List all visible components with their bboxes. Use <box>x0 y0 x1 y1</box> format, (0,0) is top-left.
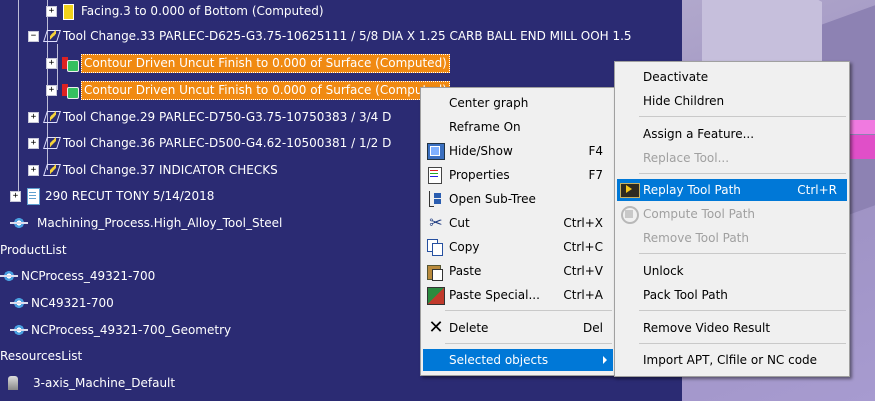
menu-separator <box>639 253 846 254</box>
menu-separator <box>639 310 846 311</box>
tree-item-label: Machining_Process.High_Alloy_Tool_Steel <box>37 216 283 230</box>
expand-icon[interactable]: + <box>46 84 57 96</box>
properties-icon <box>425 166 447 184</box>
menu-item-replay-tool-path[interactable]: Replay Tool Path Ctrl+R <box>617 179 847 201</box>
menu-item-paste-special[interactable]: Paste Special... Ctrl+A <box>423 284 613 306</box>
tree-item-label: NCProcess_49321-700_Geometry <box>31 323 232 337</box>
tree-item[interactable]: NC49321-700 <box>10 293 114 313</box>
menu-separator <box>639 343 846 344</box>
menu-item-properties[interactable]: Properties F7 <box>423 164 613 186</box>
menu-item-hide-show[interactable]: Hide/Show F4 <box>423 140 613 162</box>
tree-item-label: Tool Change.29 PARLEC-D750-G3.75-1075038… <box>63 110 392 124</box>
machining-process-icon <box>10 214 28 232</box>
tree-item-label-selected: Contour Driven Uncut Finish to 0.000 of … <box>81 53 450 73</box>
contour-operation-icon <box>60 54 79 72</box>
tree-item[interactable]: NCProcess_49321-700_Geometry <box>10 320 231 340</box>
compute-icon <box>619 205 641 224</box>
copy-icon <box>425 238 447 256</box>
expand-icon[interactable]: + <box>46 5 57 17</box>
menu-item-selected-objects[interactable]: Selected objects <box>423 349 613 371</box>
menu-item-deactivate[interactable]: Deactivate <box>617 66 847 88</box>
menu-item-reframe-on[interactable]: Reframe On <box>423 116 613 138</box>
nc-product-icon <box>10 294 28 312</box>
tree-item-label: 3-axis_Machine_Default <box>33 376 176 390</box>
menu-separator <box>445 343 612 344</box>
resources-list-header[interactable]: ResourcesList <box>0 346 82 366</box>
tree-item-label: 290 RECUT TONY 5/14/2018 <box>45 189 215 203</box>
scissors-icon: ✂ <box>429 213 443 232</box>
tool-change-icon <box>42 134 60 152</box>
tree-item[interactable]: + Tool Change.36 PARLEC-D500-G4.62-10500… <box>28 133 391 153</box>
tree-item[interactable]: + Tool Change.37 INDICATOR CHECKS <box>28 160 278 180</box>
menu-item-center-graph[interactable]: Center graph <box>423 92 613 114</box>
collapse-icon[interactable]: − <box>28 30 39 42</box>
delete-x-icon: ✕ <box>428 317 444 338</box>
menu-separator <box>445 310 612 311</box>
tree-item[interactable]: Machining_Process.High_Alloy_Tool_Steel <box>0 213 282 233</box>
nc-geometry-icon <box>10 321 28 339</box>
submenu-arrow-icon <box>603 356 607 364</box>
tree-item[interactable]: 3-axis_Machine_Default <box>4 373 175 393</box>
tool-change-icon <box>42 161 60 179</box>
tree-item-label: NC49321-700 <box>31 296 114 310</box>
tree-item[interactable]: + Contour Driven Uncut Finish to 0.000 o… <box>46 53 450 73</box>
tree-item[interactable]: + Facing.3 to 0.000 of Bottom (Computed) <box>46 1 324 21</box>
facing-operation-icon <box>60 2 78 20</box>
paste-special-icon <box>425 286 447 305</box>
tree-item-label-selected: Contour Driven Uncut Finish to 0.000 of … <box>81 80 450 100</box>
menu-item-paste[interactable]: Paste Ctrl+V <box>423 260 613 282</box>
tree-item-label: Tool Change.33 PARLEC-D625-G3.75-1062511… <box>63 29 632 43</box>
contour-operation-icon <box>60 81 79 99</box>
paste-icon <box>425 262 447 281</box>
nc-process-icon <box>0 267 18 285</box>
tree-item-label: Facing.3 to 0.000 of Bottom (Computed) <box>81 4 324 18</box>
expand-icon[interactable]: + <box>28 111 39 123</box>
tree-connector <box>18 0 19 196</box>
program-document-icon <box>24 187 42 205</box>
menu-item-copy[interactable]: Copy Ctrl+C <box>423 236 613 258</box>
menu-separator <box>639 173 846 174</box>
menu-item-replace-tool: Replace Tool... <box>643 151 730 165</box>
menu-item-assign-feature[interactable]: Assign a Feature... <box>617 123 847 145</box>
tree-item-label: Tool Change.37 INDICATOR CHECKS <box>63 163 278 177</box>
menu-item-remove-tool-path: Remove Tool Path <box>643 231 749 245</box>
menu-item-remove-video-result[interactable]: Remove Video Result <box>617 317 847 339</box>
selected-objects-submenu: Deactivate Hide Children Assign a Featur… <box>614 61 850 377</box>
menu-item-delete[interactable]: ✕ Delete Del <box>423 317 613 339</box>
sub-tree-icon <box>425 190 447 208</box>
expand-icon[interactable]: + <box>28 137 39 149</box>
menu-item-cut[interactable]: ✂ Cut Ctrl+X <box>423 212 613 234</box>
tree-item-label: Tool Change.36 PARLEC-D500-G4.62-1050038… <box>63 136 392 150</box>
tree-item[interactable]: NCProcess_49321-700 <box>0 266 155 286</box>
menu-item-unlock[interactable]: Unlock <box>617 260 847 282</box>
menu-separator <box>639 116 846 117</box>
menu-item-open-sub-tree[interactable]: Open Sub-Tree <box>423 188 613 210</box>
tree-item-label: NCProcess_49321-700 <box>21 269 156 283</box>
menu-item-hide-children[interactable]: Hide Children <box>617 90 847 112</box>
tree-item[interactable]: + 290 RECUT TONY 5/14/2018 <box>10 186 214 206</box>
context-menu: Center graph Reframe On Hide/Show F4 Pro… <box>420 87 616 376</box>
tree-item[interactable]: − Tool Change.33 PARLEC-D625-G3.75-10625… <box>28 26 632 46</box>
tool-change-icon <box>42 108 60 126</box>
menu-item-import-apt[interactable]: Import APT, Clfile or NC code <box>617 349 847 371</box>
expand-icon[interactable]: + <box>46 57 57 69</box>
replay-film-icon <box>619 181 641 199</box>
expand-icon[interactable]: + <box>28 164 39 176</box>
menu-item-compute-tool-path: Compute Tool Path <box>617 203 847 225</box>
tree-item[interactable]: + Contour Driven Uncut Finish to 0.000 o… <box>46 80 450 100</box>
tool-change-icon <box>42 27 60 45</box>
menu-item-pack-tool-path[interactable]: Pack Tool Path <box>617 284 847 306</box>
machine-icon <box>4 374 22 392</box>
tree-item[interactable]: + Tool Change.29 PARLEC-D750-G3.75-10750… <box>28 107 391 127</box>
expand-icon[interactable]: + <box>10 190 21 202</box>
product-list-header[interactable]: ProductList <box>0 240 67 260</box>
hide-show-icon <box>425 142 447 160</box>
